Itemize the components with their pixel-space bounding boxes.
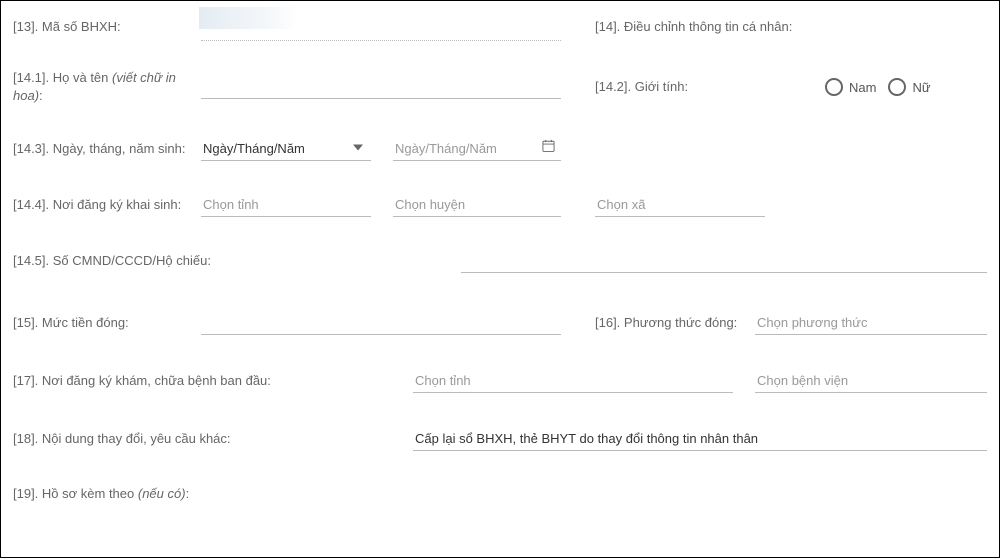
radio-nam[interactable]: Nam — [825, 78, 876, 96]
input-id-number[interactable] — [461, 249, 987, 273]
label-18: [18]. Nội dung thay đổi, yêu cầu khác: — [13, 430, 413, 448]
label-14-4: [14.4]. Nơi đăng ký khai sinh: — [13, 196, 201, 214]
select-dob-format[interactable] — [201, 137, 371, 161]
bhxh-value-mask — [199, 7, 297, 29]
row-19: [19]. Hồ sơ kèm theo (nếu có): — [13, 485, 987, 503]
input-payment-amount[interactable] — [201, 311, 561, 335]
form-page: [13]. Mã số BHXH: [14]. Điều chỉnh thông… — [0, 0, 1000, 558]
select-hospital[interactable] — [755, 369, 987, 393]
input-fullname[interactable] — [201, 75, 561, 99]
row-14-5: [14.5]. Số CMND/CCCD/Hộ chiếu: — [13, 249, 987, 273]
radio-circle-icon — [888, 78, 906, 96]
label-16: [16]. Phương thức đóng: — [595, 314, 755, 332]
input-dob-date-field — [393, 137, 561, 161]
select-dob-format-display — [201, 137, 371, 161]
label-19-c: : — [186, 486, 190, 501]
label-14: [14]. Điều chỉnh thông tin cá nhân: — [595, 18, 792, 36]
select-birth-district[interactable] — [393, 193, 561, 217]
row-15-16: [15]. Mức tiền đóng: [16]. Phương thức đ… — [13, 311, 987, 335]
radio-circle-icon — [825, 78, 843, 96]
row-14-4: [14.4]. Nơi đăng ký khai sinh: — [13, 193, 987, 217]
radio-nam-label: Nam — [849, 80, 876, 95]
input-dob-date[interactable] — [393, 137, 561, 161]
select-birth-commune[interactable] — [595, 193, 765, 217]
label-14-1-c: : — [39, 88, 43, 103]
label-13: [13]. Mã số BHXH: — [13, 18, 201, 36]
row-18: [18]. Nội dung thay đổi, yêu cầu khác: — [13, 427, 987, 451]
select-payment-method[interactable] — [755, 311, 987, 335]
row-13-14: [13]. Mã số BHXH: [14]. Điều chỉnh thông… — [13, 13, 987, 41]
radio-nu-label: Nữ — [912, 80, 930, 95]
label-17: [17]. Nơi đăng ký khám, chữa bệnh ban đầ… — [13, 372, 413, 390]
radio-nu[interactable]: Nữ — [888, 78, 930, 96]
label-14-5: [14.5]. Số CMND/CCCD/Hộ chiếu: — [13, 252, 461, 270]
select-birth-province[interactable] — [201, 193, 371, 217]
label-19-b: (nếu có) — [138, 486, 186, 501]
row-17: [17]. Nơi đăng ký khám, chữa bệnh ban đầ… — [13, 369, 987, 393]
label-14-1-a: [14.1]. Họ và tên — [13, 70, 112, 85]
label-14-3: [14.3]. Ngày, tháng, năm sinh: — [13, 140, 201, 158]
input-change-content[interactable] — [413, 427, 987, 451]
select-hospital-province[interactable] — [413, 369, 733, 393]
label-15: [15]. Mức tiền đóng: — [13, 314, 201, 332]
row-14-3: [14.3]. Ngày, tháng, năm sinh: — [13, 137, 987, 161]
label-14-1: [14.1]. Họ và tên (viết chữ in hoa): — [13, 69, 201, 105]
label-19-a: [19]. Hồ sơ kèm theo — [13, 486, 138, 501]
row-14-1-2: [14.1]. Họ và tên (viết chữ in hoa): [14… — [13, 69, 987, 105]
field-13-bhxh[interactable] — [201, 13, 561, 41]
label-14-2: [14.2]. Giới tính: — [595, 78, 825, 96]
label-19: [19]. Hồ sơ kèm theo (nếu có): — [13, 485, 189, 503]
